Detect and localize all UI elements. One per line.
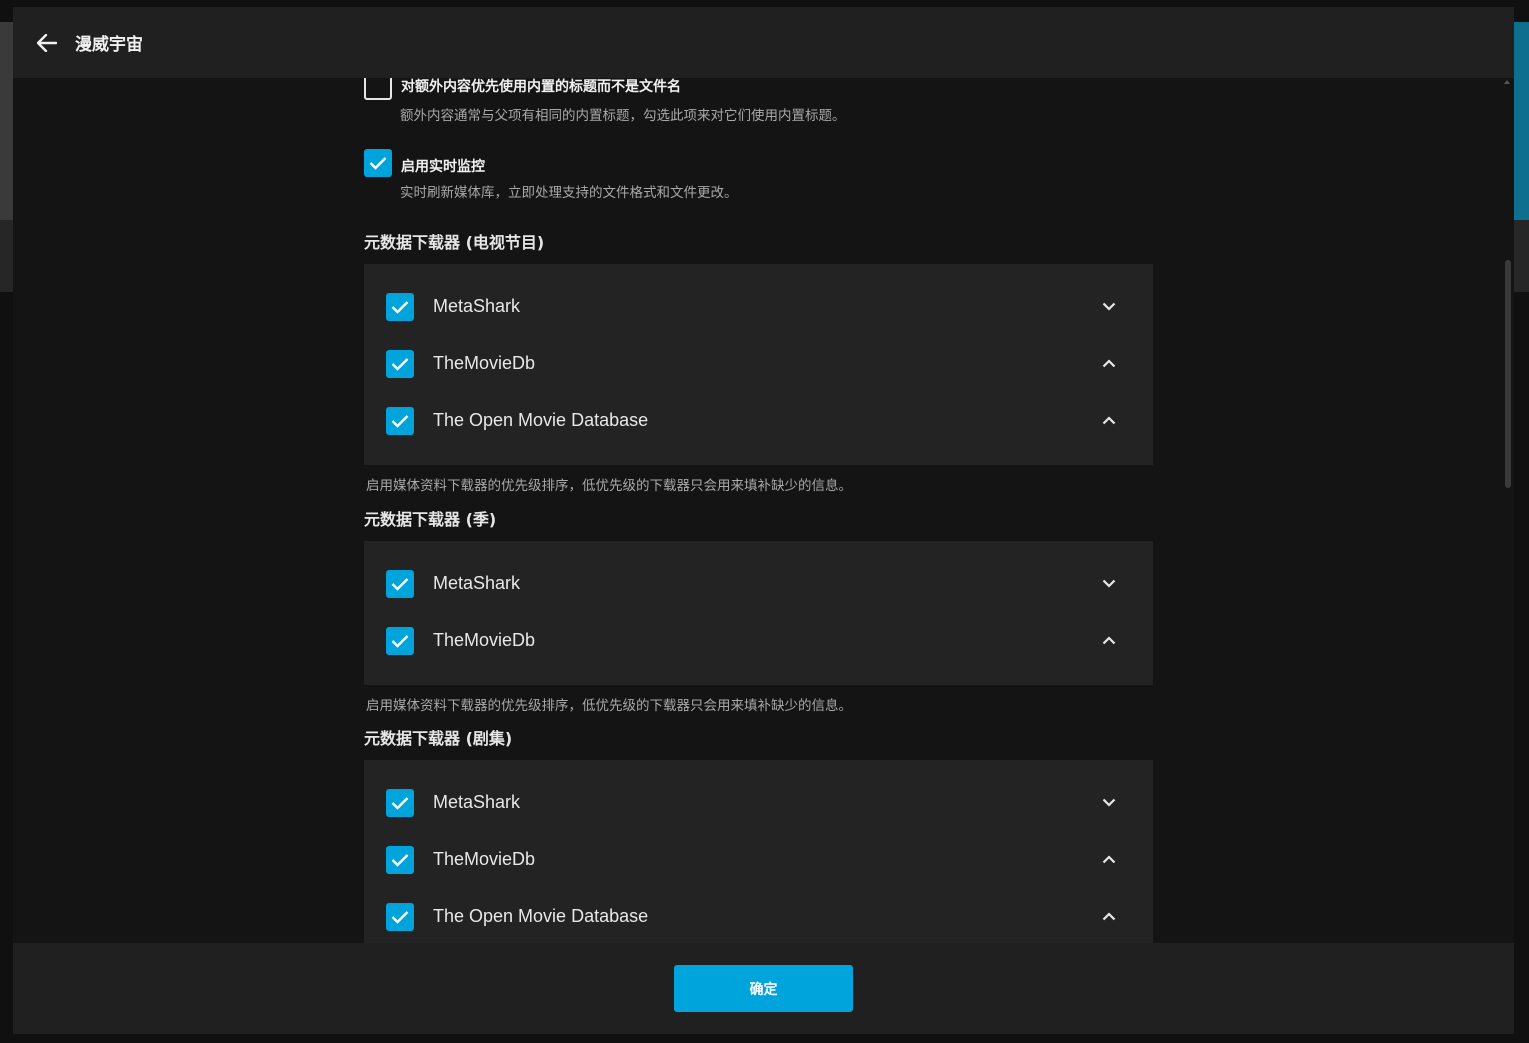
scroll-up-icon[interactable] (1504, 80, 1510, 84)
list-item[interactable]: MetaShark (364, 278, 1153, 335)
move-up-button[interactable] (1091, 623, 1127, 659)
backdrop-poster-left (0, 22, 13, 220)
fetcher-label: TheMovieDb (433, 849, 536, 869)
list-item[interactable]: TheMovieDb (364, 335, 1153, 392)
check-icon (391, 796, 409, 810)
ok-button[interactable]: 确定 (674, 965, 853, 1012)
chevron-up-icon (1102, 855, 1116, 864)
list-item[interactable]: TheMovieDb (364, 831, 1153, 888)
list-item[interactable]: MetaShark (364, 774, 1153, 831)
check-icon (369, 157, 387, 170)
library-options-dialog: 漫威宇宙 对额外内容优先使用内置的标题而不是文件名 额外内容通常与父项有相同的内… (13, 7, 1514, 1034)
help-text: 启用媒体资料下载器的优先级排序，低优先级的下载器只会用来填补缺少的信息。 (366, 478, 852, 494)
fetcher-checkbox[interactable] (386, 349, 414, 378)
fetcher-label: The Open Movie Database (433, 410, 649, 430)
fetcher-label: TheMovieDb (433, 353, 536, 373)
help-text: 启用媒体资料下载器的优先级排序，低优先级的下载器只会用来填补缺少的信息。 (366, 698, 852, 714)
move-down-button[interactable] (1091, 289, 1127, 325)
section-title: 元数据下载器 (剧集) (364, 729, 513, 748)
fetcher-label: The Open Movie Database (433, 906, 649, 926)
checkbox-embedded-extras-title[interactable] (364, 78, 392, 100)
list-item[interactable]: TheMovieDb (364, 612, 1153, 669)
backdrop-panel-right (1514, 220, 1529, 292)
backdrop-panel-left (0, 220, 13, 292)
chevron-up-icon (1102, 912, 1116, 921)
fetcher-label: TheMovieDb (433, 630, 536, 650)
option-realtime-monitor: 启用实时监控 实时刷新媒体库，立即处理支持的文件格式和文件更改。 (364, 149, 1153, 201)
move-up-button[interactable] (1091, 403, 1127, 439)
scrollbar-thumb[interactable] (1505, 260, 1511, 488)
section-series-fetchers: 元数据下载器 (电视节目) MetaShark TheMovieDb The O… (364, 229, 1153, 494)
fetcher-checkbox[interactable] (386, 902, 414, 931)
check-icon (391, 300, 409, 314)
option-description: 实时刷新媒体库，立即处理支持的文件格式和文件更改。 (400, 185, 738, 201)
back-button[interactable] (27, 23, 67, 63)
check-icon (391, 414, 409, 428)
chevron-up-icon (1102, 416, 1116, 425)
move-down-button[interactable] (1091, 785, 1127, 821)
check-icon (391, 357, 409, 371)
list-item[interactable]: The Open Movie Database (364, 888, 1153, 943)
option-label: 启用实时监控 (401, 159, 485, 175)
section-title: 元数据下载器 (电视节目) (364, 233, 545, 252)
dialog-header: 漫威宇宙 (13, 7, 1514, 78)
dialog-title: 漫威宇宙 (75, 35, 143, 55)
list-item[interactable]: MetaShark (364, 555, 1153, 612)
dialog-footer: 确定 (13, 943, 1514, 1034)
section-title: 元数据下载器 (季) (364, 510, 497, 529)
move-up-button[interactable] (1091, 346, 1127, 382)
list-item[interactable]: The Open Movie Database (364, 392, 1153, 449)
chevron-up-icon (1102, 359, 1116, 368)
chevron-down-icon (1102, 579, 1116, 588)
section-episode-fetchers: 元数据下载器 (剧集) MetaShark TheMovieDb The Ope… (364, 725, 1153, 943)
option-embedded-extras-title: 对额外内容优先使用内置的标题而不是文件名 额外内容通常与父项有相同的内置标题，勾… (364, 78, 1153, 124)
fetcher-checkbox[interactable] (386, 626, 414, 655)
fetcher-checkbox[interactable] (386, 788, 414, 817)
fetcher-list: MetaShark TheMovieDb The Open Movie Data… (364, 760, 1153, 943)
section-season-fetchers: 元数据下载器 (季) MetaShark TheMovieDb 启用媒体资料下载… (364, 506, 1153, 714)
backdrop-poster-right (1514, 22, 1529, 220)
check-icon (391, 910, 409, 924)
check-icon (391, 634, 409, 648)
check-icon (391, 577, 409, 591)
option-label: 对额外内容优先使用内置的标题而不是文件名 (401, 79, 681, 95)
fetcher-checkbox[interactable] (386, 845, 414, 874)
move-up-button[interactable] (1091, 842, 1127, 878)
move-down-button[interactable] (1091, 566, 1127, 602)
fetcher-list: MetaShark TheMovieDb The Open Movie Data… (364, 264, 1153, 465)
fetcher-label: MetaShark (433, 296, 521, 316)
check-icon (391, 853, 409, 867)
dialog-content[interactable]: 对额外内容优先使用内置的标题而不是文件名 额外内容通常与父项有相同的内置标题，勾… (13, 78, 1514, 943)
fetcher-checkbox[interactable] (386, 569, 414, 598)
fetcher-checkbox[interactable] (386, 406, 414, 435)
chevron-down-icon (1102, 798, 1116, 807)
fetcher-label: MetaShark (433, 573, 521, 593)
chevron-down-icon (1102, 302, 1116, 311)
checkbox-realtime-monitor[interactable] (364, 149, 392, 177)
chevron-up-icon (1102, 636, 1116, 645)
arrow-left-icon (37, 33, 57, 52)
move-up-button[interactable] (1091, 899, 1127, 935)
fetcher-list: MetaShark TheMovieDb (364, 541, 1153, 685)
option-description: 额外内容通常与父项有相同的内置标题，勾选此项来对它们使用内置标题。 (400, 108, 846, 124)
fetcher-label: MetaShark (433, 792, 521, 812)
fetcher-checkbox[interactable] (386, 292, 414, 321)
